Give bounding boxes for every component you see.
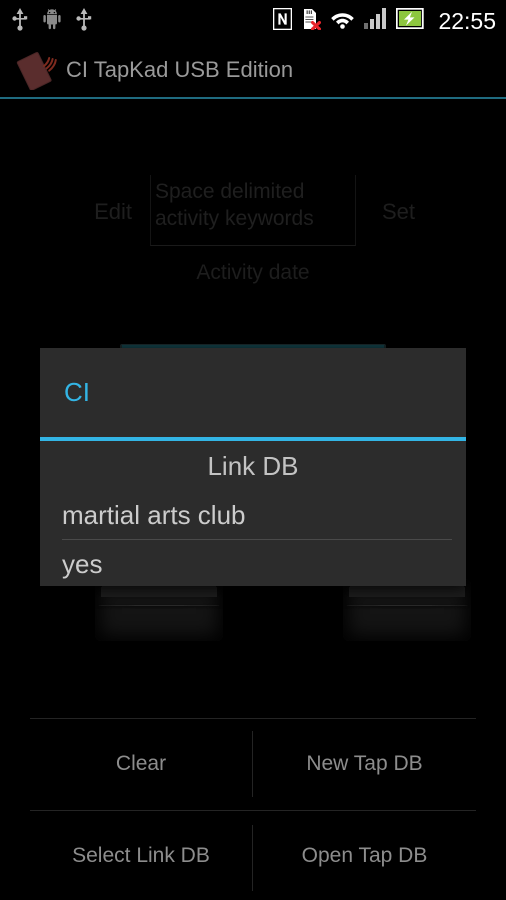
android-robot-icon [42,8,62,35]
status-bar-right-icons: 22:55 [273,7,496,35]
select-link-db-button[interactable]: Select Link DB [30,810,252,900]
date-picker-spinner-left[interactable] [95,579,223,641]
status-bar: 22:55 [0,0,506,42]
bottom-button-grid: Clear New Tap DB Select Link DB Open Tap… [0,705,506,900]
list-item[interactable]: yes [40,540,466,586]
battery-charging-icon [396,7,425,34]
app-title-text: CI TapKad USB Edition [66,56,294,82]
wifi-icon [330,9,355,34]
new-tap-db-button[interactable]: New Tap DB [253,718,476,810]
activity-keywords-input[interactable]: Space delimited activity keywords [150,175,356,246]
set-button[interactable]: Set [356,175,415,225]
nfc-icon [273,7,293,35]
open-tap-db-button[interactable]: Open Tap DB [253,810,476,900]
clear-button[interactable]: Clear [30,718,252,810]
dialog-title: CI [64,377,90,407]
activity-date-label: Activity date [196,261,310,284]
status-bar-clock: 22:55 [438,7,496,34]
sd-card-error-icon [301,8,322,35]
usb-icon [12,7,28,36]
app-screen: 22:55 CI TapKad USB Edition Edit Space d… [0,0,506,900]
nfc-card-icon [14,50,58,91]
date-picker-spinner-right[interactable] [343,579,471,641]
status-bar-left-icons [12,7,92,36]
edit-label: Edit [94,199,132,224]
list-item[interactable]: martial arts club [40,491,466,539]
app-title-bar: CI TapKad USB Edition [0,42,506,97]
dialog-heading: Link DB [207,450,299,481]
link-db-dialog: CI Link DB martial arts club yes [40,348,466,586]
activity-keywords-placeholder: Space delimited activity keywords [155,180,314,230]
usb-icon [76,7,92,36]
signal-bars-icon [364,8,387,34]
dialog-body: Link DB martial arts club yes [40,441,466,586]
activity-keywords-row: Edit Space delimited activity keywords S… [0,175,506,246]
